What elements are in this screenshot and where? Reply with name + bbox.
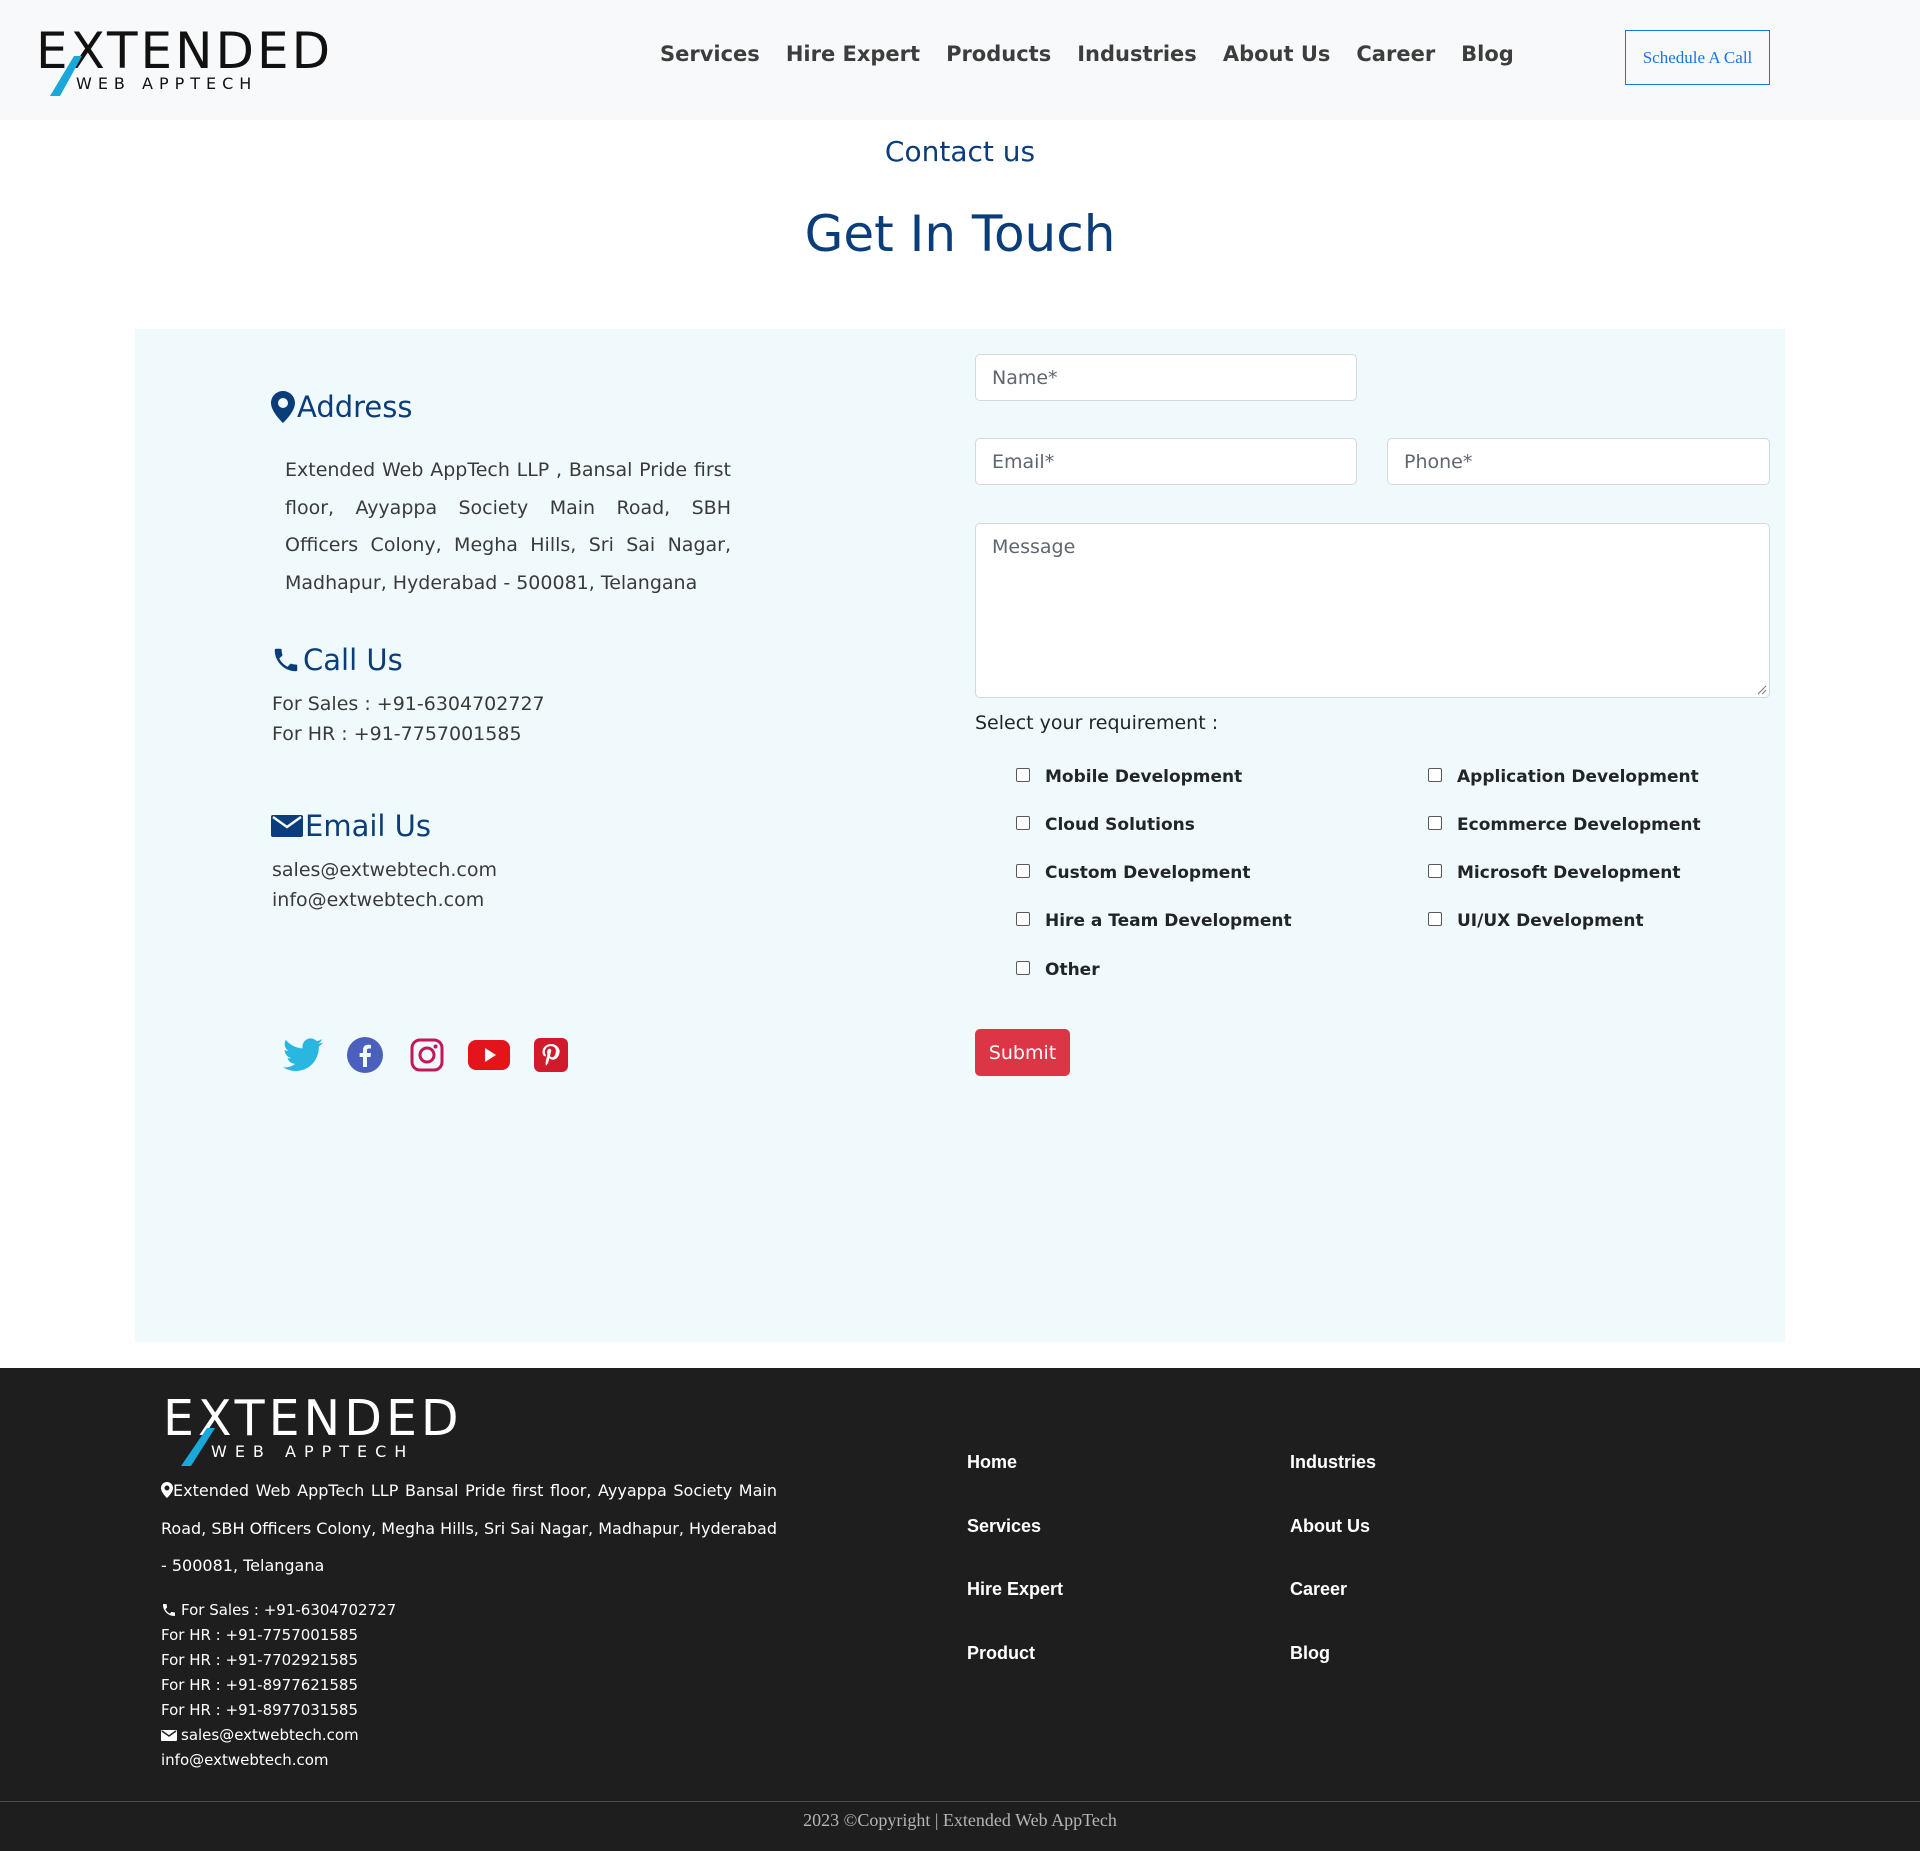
message-placeholder: Message [992,536,1076,558]
option-hire-team-development[interactable]: Hire a Team Development [1016,911,1292,931]
sales-phone: For Sales : +91-6304702727 [272,693,545,715]
schedule-call-button[interactable]: Schedule A Call [1625,30,1770,85]
phone-icon [163,1604,175,1616]
email-input[interactable]: Email* [975,438,1357,485]
nav-career[interactable]: Career [1356,42,1435,66]
email-heading-text: Email Us [305,809,432,843]
footer-hr-phone: For HR : +91-8977621585 [161,1676,358,1694]
hr-phone: For HR : +91-7757001585 [272,723,522,745]
checkbox[interactable] [1428,816,1442,830]
nav-services[interactable]: Services [660,42,760,66]
option-label: Application Development [1457,767,1699,787]
option-other[interactable]: Other [1016,960,1100,980]
facebook-icon[interactable] [344,1034,386,1076]
main-nav: Services Hire Expert Products Industries… [660,42,1514,66]
footer-link-industries[interactable]: Industries [1290,1452,1376,1473]
option-custom-development[interactable]: Custom Development [1016,863,1251,883]
option-label: Microsoft Development [1457,863,1681,883]
name-input[interactable]: Name* [975,354,1357,401]
footer-address-text: Extended Web AppTech LLP Bansal Pride fi… [161,1481,777,1575]
checkbox[interactable] [1016,961,1030,975]
envelope-icon [271,815,303,837]
checkbox[interactable] [1016,768,1030,782]
footer-logo[interactable]: EXTENDED WEB APPTECH [163,1392,468,1467]
footer-logo-tagline: WEB APPTECH [211,1442,415,1461]
footer-sales-email-text: sales@extwebtech.com [181,1726,359,1744]
checkbox[interactable] [1428,912,1442,926]
call-heading: Call Us [271,643,403,677]
footer-info-email[interactable]: info@extwebtech.com [161,1751,329,1769]
call-heading-text: Call Us [303,643,403,677]
checkbox[interactable] [1016,864,1030,878]
footer-sales-phone-text: For Sales : +91-6304702727 [181,1601,397,1619]
footer-link-hire-expert[interactable]: Hire Expert [967,1579,1063,1600]
nav-industries[interactable]: Industries [1077,42,1197,66]
footer-sales-email[interactable]: sales@extwebtech.com [161,1726,359,1744]
option-cloud-solutions[interactable]: Cloud Solutions [1016,815,1195,835]
checkbox[interactable] [1428,768,1442,782]
option-microsoft-development[interactable]: Microsoft Development [1428,863,1681,883]
footer-hr-phone: For HR : +91-8977031585 [161,1701,358,1719]
footer-link-services[interactable]: Services [967,1516,1041,1537]
footer-link-blog[interactable]: Blog [1290,1643,1330,1664]
option-application-development[interactable]: Application Development [1428,767,1699,787]
option-label: Mobile Development [1045,767,1243,787]
company-logo[interactable]: EXTENDED WEB APPTECH [36,12,330,96]
email-heading: Email Us [271,809,431,843]
checkbox[interactable] [1016,912,1030,926]
footer-divider [0,1801,1920,1802]
copyright-text: 2023 ©Copyright | Extended Web AppTech [803,1810,1117,1830]
footer-link-product[interactable]: Product [967,1643,1035,1664]
address-text: Extended Web AppTech LLP , Bansal Pride … [285,459,731,594]
checkbox[interactable] [1016,816,1030,830]
pinterest-icon[interactable] [530,1034,572,1076]
site-header: EXTENDED WEB APPTECH Services Hire Exper… [0,0,1920,120]
youtube-icon[interactable] [468,1034,510,1076]
option-label: Custom Development [1045,863,1251,883]
footer-link-career[interactable]: Career [1290,1579,1347,1600]
footer-address: Extended Web AppTech LLP Bansal Pride fi… [161,1472,777,1585]
page-title: Get In Touch [804,205,1116,263]
option-label: Ecommerce Development [1457,815,1701,835]
logo-tagline: WEB APPTECH [76,74,258,93]
message-textarea[interactable]: Message [975,523,1770,698]
option-label: Other [1045,960,1100,980]
requirement-label: Select your requirement : [975,712,1219,734]
name-placeholder: Name* [992,366,1058,389]
instagram-icon[interactable] [406,1034,448,1076]
nav-hire-expert[interactable]: Hire Expert [786,42,920,66]
phone-placeholder: Phone* [1404,450,1473,473]
option-ecommerce-development[interactable]: Ecommerce Development [1428,815,1701,835]
nav-about-us[interactable]: About Us [1223,42,1331,66]
envelope-icon [161,1729,177,1741]
option-label: Cloud Solutions [1045,815,1195,835]
footer-link-about-us[interactable]: About Us [1290,1516,1370,1537]
address-heading-text: Address [297,390,413,424]
nav-blog[interactable]: Blog [1461,42,1514,66]
resize-handle-icon[interactable] [1755,683,1767,695]
checkbox[interactable] [1428,864,1442,878]
nav-products[interactable]: Products [946,42,1051,66]
option-label: Hire a Team Development [1045,911,1292,931]
social-links [282,1034,572,1076]
info-email[interactable]: info@extwebtech.com [272,889,484,911]
footer-hr-phone: For HR : +91-7702921585 [161,1651,358,1669]
footer-link-home[interactable]: Home [967,1452,1017,1473]
footer-sales-phone: For Sales : +91-6304702727 [161,1601,396,1619]
location-pin-icon [271,391,295,423]
location-pin-icon [161,1482,173,1498]
submit-button[interactable]: Submit [975,1029,1070,1076]
email-placeholder: Email* [992,450,1055,473]
phone-icon [274,648,298,672]
address-heading: Address [271,390,413,424]
sales-email[interactable]: sales@extwebtech.com [272,859,497,881]
phone-input[interactable]: Phone* [1387,438,1770,485]
section-eyebrow: Contact us [884,135,1036,168]
twitter-icon[interactable] [282,1034,324,1076]
footer-hr-phone: For HR : +91-7757001585 [161,1626,358,1644]
option-label: UI/UX Development [1457,911,1644,931]
option-mobile-development[interactable]: Mobile Development [1016,767,1242,787]
option-uiux-development[interactable]: UI/UX Development [1428,911,1644,931]
